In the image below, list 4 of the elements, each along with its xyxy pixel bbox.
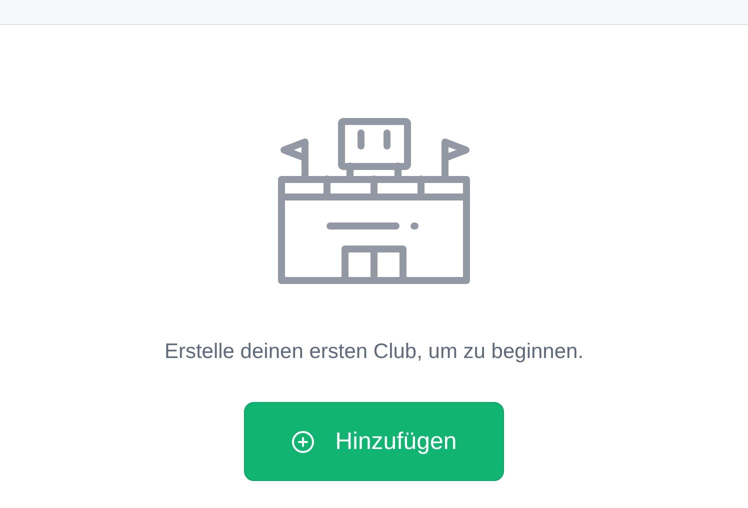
plus-circle-icon bbox=[291, 430, 316, 454]
empty-message: Erstelle deinen ersten Club, um zu beginnen. bbox=[164, 339, 584, 365]
stadium-icon bbox=[278, 118, 470, 284]
add-button[interactable]: Hinzufügen bbox=[244, 402, 504, 481]
